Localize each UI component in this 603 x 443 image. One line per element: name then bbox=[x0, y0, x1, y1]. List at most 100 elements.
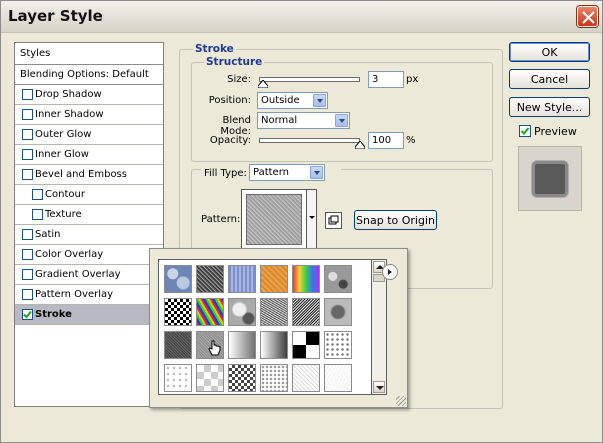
style-item-label: Drop Shadow bbox=[35, 89, 102, 100]
style-item-label: Blending Options: Default bbox=[20, 69, 149, 80]
style-item-satin[interactable]: Satin bbox=[15, 225, 163, 245]
close-button[interactable] bbox=[577, 6, 598, 27]
style-item-outer-glow[interactable]: Outer Glow bbox=[15, 125, 163, 145]
style-checkbox[interactable] bbox=[32, 189, 43, 200]
blend-mode-value: Normal bbox=[261, 115, 298, 126]
style-item-label: Inner Glow bbox=[35, 149, 89, 160]
pattern-swatch-dot-pattern[interactable] bbox=[260, 364, 288, 392]
style-checkbox[interactable] bbox=[22, 289, 33, 300]
resize-grip-icon[interactable] bbox=[396, 396, 406, 406]
style-item-label: Pattern Overlay bbox=[35, 289, 114, 300]
style-item-stroke[interactable]: Stroke bbox=[15, 305, 163, 325]
layer-style-dialog: Layer Style Styles Blending Options: Def… bbox=[0, 0, 603, 443]
size-unit: px bbox=[406, 74, 419, 85]
chevron-down-icon bbox=[335, 114, 348, 127]
pattern-swatch-black-white-checker[interactable] bbox=[292, 331, 320, 359]
pattern-picker[interactable] bbox=[241, 189, 317, 251]
style-item-color-overlay[interactable]: Color Overlay bbox=[15, 245, 163, 265]
style-checkbox[interactable] bbox=[22, 109, 33, 120]
fill-type-value: Pattern bbox=[253, 167, 289, 178]
preview-label: Preview bbox=[534, 125, 577, 138]
style-item-label: Bevel and Emboss bbox=[35, 169, 127, 180]
checkmark-icon bbox=[23, 310, 32, 319]
preview-square bbox=[532, 161, 568, 197]
pattern-swatch-small-checker[interactable] bbox=[228, 364, 256, 392]
style-item-gradient-overlay[interactable]: Gradient Overlay bbox=[15, 265, 163, 285]
scroll-down-icon[interactable] bbox=[373, 381, 385, 393]
pattern-swatch-checker-small[interactable] bbox=[164, 298, 192, 326]
picker-menu-icon[interactable] bbox=[382, 264, 398, 280]
pattern-swatch bbox=[246, 194, 302, 245]
styles-header: Styles bbox=[15, 43, 163, 65]
style-item-label: Satin bbox=[35, 229, 61, 240]
structure-title: Structure bbox=[204, 56, 265, 68]
size-slider-thumb-icon[interactable] bbox=[258, 80, 268, 88]
style-item-texture[interactable]: Texture bbox=[15, 205, 163, 225]
pattern-swatch-noise-dark[interactable] bbox=[196, 265, 224, 293]
pattern-scrollbar[interactable] bbox=[372, 259, 387, 395]
pattern-swatch-woven-strip[interactable] bbox=[292, 298, 320, 326]
pattern-swatch-dark-granite[interactable] bbox=[164, 331, 192, 359]
style-checkbox[interactable] bbox=[22, 129, 33, 140]
window-title: Layer Style bbox=[8, 7, 103, 25]
pattern-swatch-light-checker[interactable] bbox=[196, 364, 224, 392]
pattern-swatch-gradient-light[interactable] bbox=[228, 331, 256, 359]
pattern-swatch-white-noise[interactable] bbox=[324, 364, 352, 392]
pattern-swatch-blue-fabric[interactable] bbox=[228, 265, 256, 293]
style-checkbox[interactable] bbox=[22, 229, 33, 240]
size-input[interactable]: 3 bbox=[368, 71, 404, 88]
style-item-contour[interactable]: Contour bbox=[15, 185, 163, 205]
preview-thumbnail bbox=[518, 146, 582, 211]
opacity-input[interactable]: 100 bbox=[368, 132, 404, 149]
style-item-label: Inner Shadow bbox=[35, 109, 104, 120]
preview-checkbox[interactable] bbox=[519, 125, 531, 137]
chevron-down-icon bbox=[310, 166, 323, 179]
close-icon bbox=[582, 11, 595, 24]
fill-type-select[interactable]: Pattern bbox=[249, 164, 325, 181]
pattern-swatch-gradient-dark[interactable] bbox=[260, 331, 288, 359]
style-checkbox[interactable] bbox=[22, 149, 33, 160]
pattern-swatch-gray-clouds[interactable] bbox=[228, 298, 256, 326]
style-checkbox[interactable] bbox=[32, 209, 43, 220]
pattern-swatch-gray-noise[interactable] bbox=[260, 298, 288, 326]
pattern-swatch-orange-burlap[interactable] bbox=[260, 265, 288, 293]
position-value: Outside bbox=[261, 95, 300, 106]
pattern-swatch-bubbles[interactable] bbox=[164, 265, 192, 293]
style-item-drop-shadow[interactable]: Drop Shadow bbox=[15, 85, 163, 105]
fill-type-label: Fill Type: bbox=[204, 168, 247, 179]
pattern-swatch-light-dots[interactable] bbox=[164, 364, 192, 392]
cancel-button[interactable]: Cancel bbox=[509, 69, 590, 89]
pattern-dropdown-arrow-icon[interactable] bbox=[306, 190, 316, 250]
pattern-swatch-light-mesh[interactable] bbox=[292, 364, 320, 392]
ok-button[interactable]: OK bbox=[509, 42, 590, 62]
pattern-swatch-multicolor-confetti[interactable] bbox=[196, 298, 224, 326]
opacity-label: Opacity: bbox=[209, 135, 251, 146]
style-item-label: Gradient Overlay bbox=[35, 269, 121, 280]
title-bar[interactable]: Layer Style bbox=[1, 1, 602, 33]
style-checkbox[interactable] bbox=[22, 89, 33, 100]
style-checkbox[interactable] bbox=[22, 169, 33, 180]
opacity-slider[interactable] bbox=[259, 138, 360, 143]
position-select[interactable]: Outside bbox=[257, 92, 328, 109]
size-slider[interactable] bbox=[259, 77, 360, 82]
style-item-inner-glow[interactable]: Inner Glow bbox=[15, 145, 163, 165]
style-item-label: Outer Glow bbox=[35, 129, 92, 140]
pattern-grid bbox=[158, 259, 372, 395]
style-item-bevel-and-emboss[interactable]: Bevel and Emboss bbox=[15, 165, 163, 185]
pattern-swatch-gray-stone[interactable] bbox=[324, 298, 352, 326]
style-item-pattern-overlay[interactable]: Pattern Overlay bbox=[15, 285, 163, 305]
style-checkbox[interactable] bbox=[22, 269, 33, 280]
new-preset-icon[interactable] bbox=[325, 212, 342, 229]
pattern-swatch-rainbow[interactable] bbox=[292, 265, 320, 293]
style-checkbox[interactable] bbox=[22, 249, 33, 260]
style-checkbox[interactable] bbox=[22, 309, 33, 320]
pattern-swatch-gray-marble[interactable] bbox=[324, 265, 352, 293]
snap-to-origin-button[interactable]: Snap to Origin bbox=[354, 210, 437, 230]
style-item-blending-options-default[interactable]: Blending Options: Default bbox=[15, 65, 163, 85]
blend-mode-select[interactable]: Normal bbox=[257, 112, 350, 129]
pattern-swatch-gray-gradient-selected[interactable] bbox=[196, 331, 224, 359]
new-style-button[interactable]: New Style... bbox=[509, 97, 590, 117]
pattern-swatch-dot-grid[interactable] bbox=[324, 331, 352, 359]
opacity-slider-thumb-icon[interactable] bbox=[355, 141, 365, 149]
style-item-inner-shadow[interactable]: Inner Shadow bbox=[15, 105, 163, 125]
